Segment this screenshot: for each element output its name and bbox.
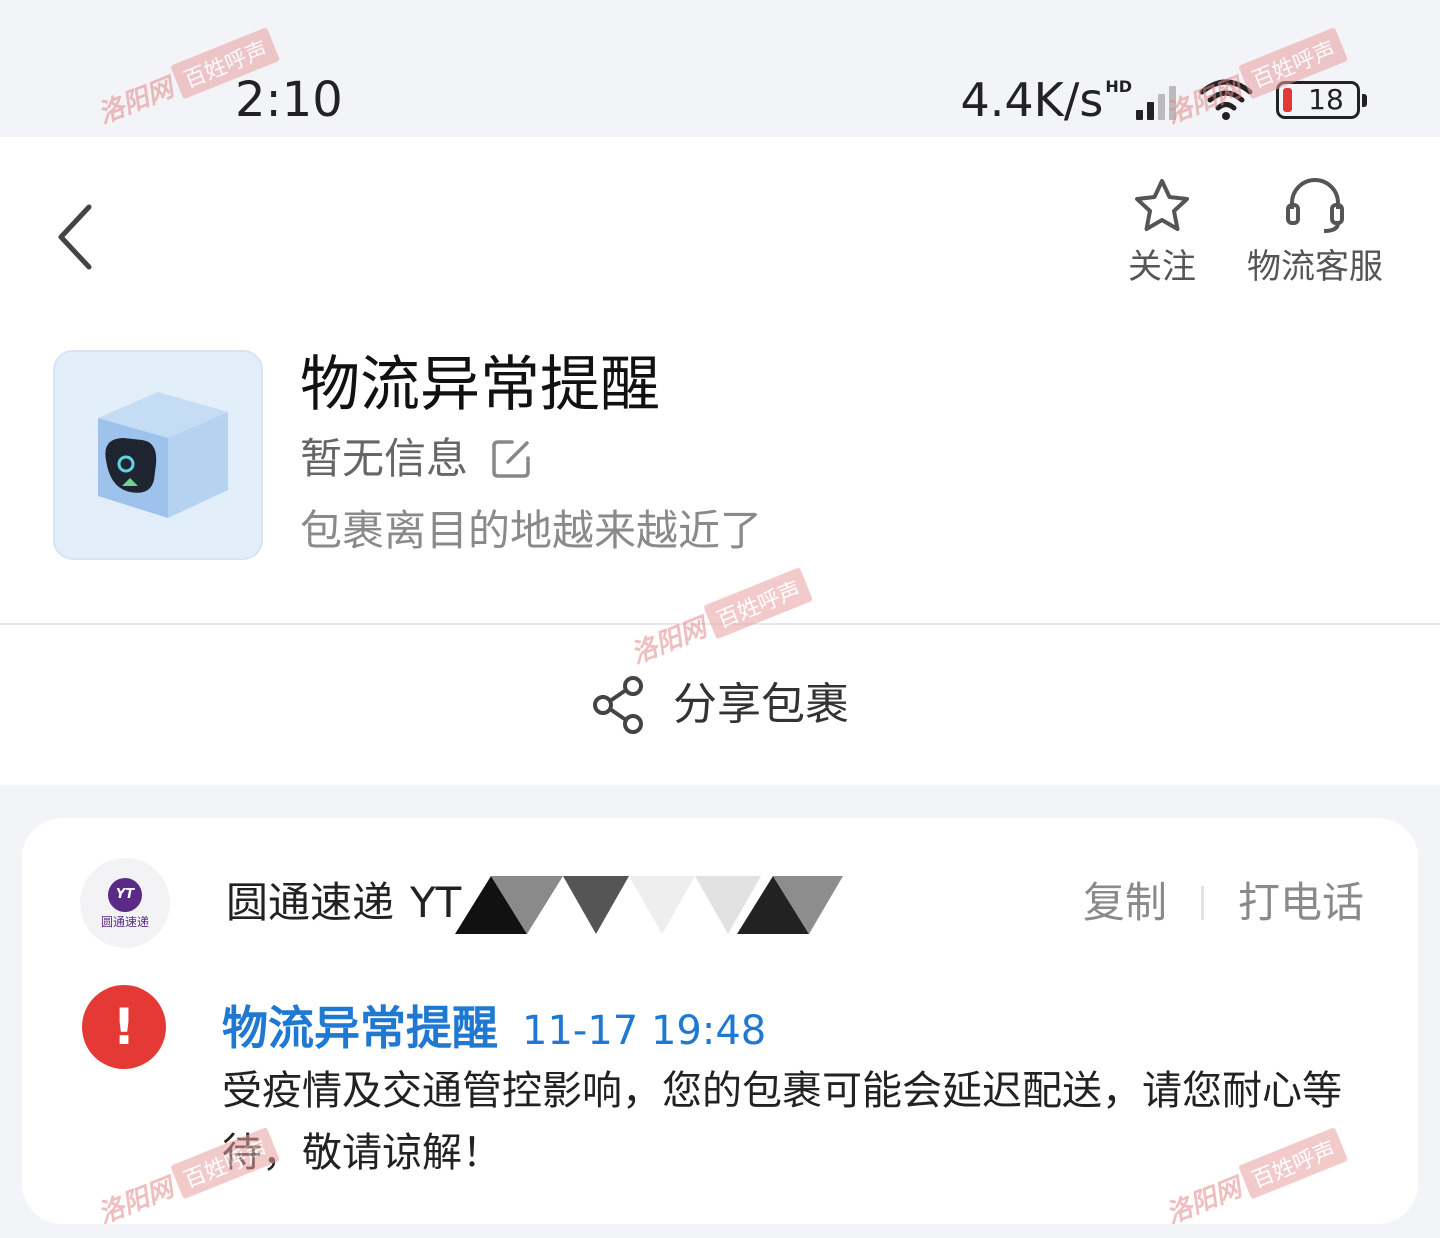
event-header: 物流异常提醒 11-17 19:48 xyxy=(222,998,766,1059)
event-time: 11-17 19:48 xyxy=(522,1008,767,1054)
follow-label: 关注 xyxy=(1128,247,1196,287)
star-icon xyxy=(1135,179,1189,231)
tracking-number: YT xyxy=(410,878,462,927)
share-label: 分享包裹 xyxy=(673,679,849,730)
status-indicators: 4.4K/s HD 18 xyxy=(960,72,1367,128)
action-separator xyxy=(1200,886,1204,920)
courier-name: 圆通速递 xyxy=(226,878,395,927)
redaction-mask xyxy=(455,876,844,934)
courier-row: 圆通速递 YT xyxy=(226,870,845,936)
courier-logo-mark: YT xyxy=(108,877,142,912)
network-speed: 4.4K/s xyxy=(960,73,1104,127)
event-title: 物流异常提醒 xyxy=(222,1001,498,1055)
screen: 2:10 4.4K/s HD 18 关注 物流客服 物流异常提醒 暂无信息 包裹… xyxy=(0,0,1440,1238)
status-bar: 2:10 4.4K/s HD 18 xyxy=(0,0,1440,137)
info-text: 暂无信息 xyxy=(300,434,469,483)
edit-icon[interactable] xyxy=(490,438,532,480)
battery-percent: 18 xyxy=(1308,83,1344,116)
battery-level xyxy=(1283,88,1292,112)
package-card: YT 圆通速递 圆通速递 YT 复制 打电话 ! 物流异常提醒 11-17 19… xyxy=(22,818,1418,1224)
chevron-left-icon xyxy=(58,204,92,270)
info-row: 暂无信息 xyxy=(300,429,532,489)
notice-description: 包裹离目的地越来越近了 xyxy=(300,506,763,555)
card-actions: 复制 打电话 xyxy=(1083,870,1364,936)
headset-icon xyxy=(1286,178,1344,233)
share-icon xyxy=(593,676,643,734)
customer-service-button[interactable]: 物流客服 xyxy=(1240,177,1390,289)
event-message: 受疫情及交通管控影响，您的包裹可能会延迟配送，请您耐心等待，敬请谅解！ xyxy=(222,1068,1342,1176)
courier-logo-name: 圆通速递 xyxy=(100,914,149,929)
package-box-icon xyxy=(98,392,228,518)
package-avatar xyxy=(53,350,263,560)
header-section: 关注 物流客服 物流异常提醒 暂无信息 包裹离目的地越来越近了 分享包裹 xyxy=(0,137,1440,785)
alert-mark: ! xyxy=(112,998,136,1056)
courier-logo: YT 圆通速递 xyxy=(80,858,170,948)
share-package-button[interactable]: 分享包裹 xyxy=(0,625,1440,785)
status-time: 2:10 xyxy=(235,72,343,128)
alert-icon: ! xyxy=(82,985,166,1069)
follow-button[interactable]: 关注 xyxy=(1118,177,1206,289)
back-button[interactable] xyxy=(40,197,110,277)
call-button[interactable]: 打电话 xyxy=(1238,875,1364,931)
copy-button[interactable]: 复制 xyxy=(1083,875,1167,931)
battery-icon: 18 xyxy=(1276,81,1367,119)
signal-icon xyxy=(1136,80,1180,120)
hd-badge: HD xyxy=(1105,76,1132,96)
notice-title: 物流异常提醒 xyxy=(300,350,660,420)
wifi-icon xyxy=(1199,79,1253,120)
customer-service-label: 物流客服 xyxy=(1247,247,1383,287)
